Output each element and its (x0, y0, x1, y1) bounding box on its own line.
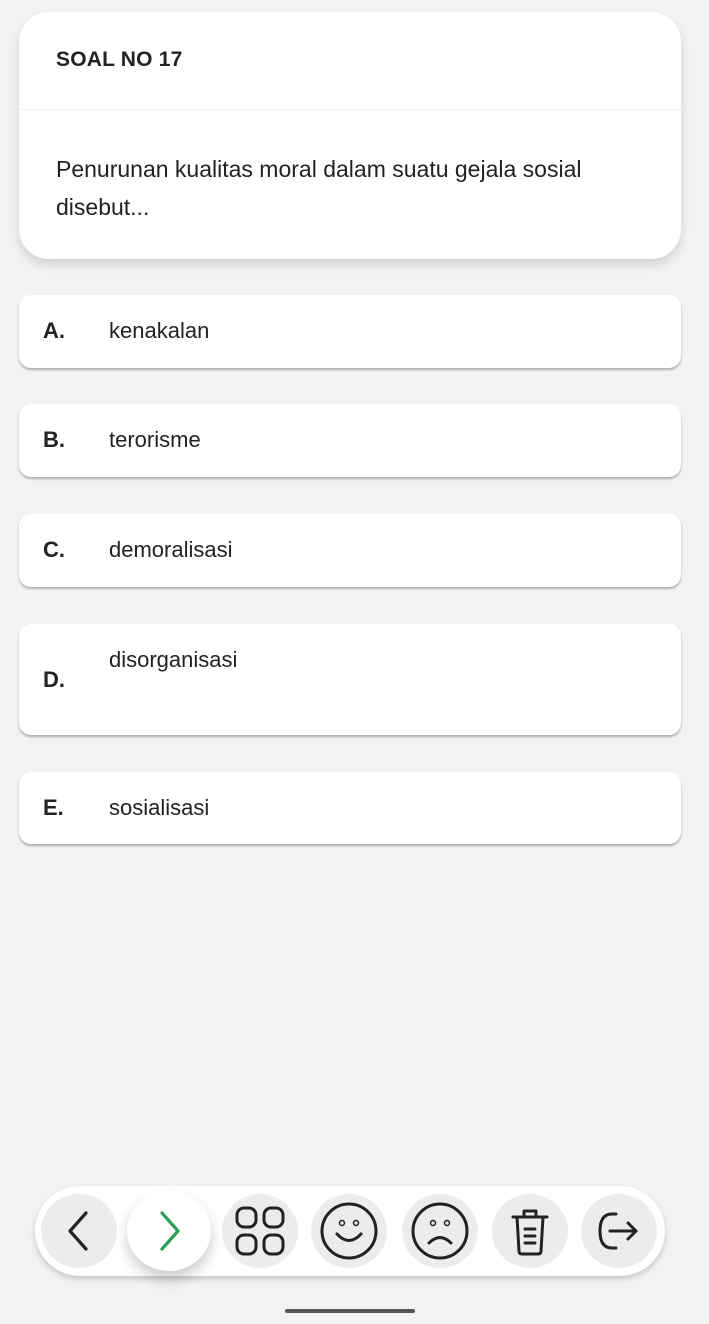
sad-face-icon (410, 1201, 470, 1261)
option-letter: C. (43, 537, 65, 562)
option-text: sosialisasi (109, 795, 210, 820)
clear-answer-button[interactable] (492, 1194, 568, 1268)
question-number: SOAL NO 17 (19, 12, 681, 110)
exit-button[interactable] (581, 1194, 657, 1268)
option-e[interactable]: E. sosialisasi (19, 772, 681, 844)
home-indicator (285, 1309, 415, 1313)
bottom-toolbar (35, 1186, 665, 1276)
question-list-button[interactable] (222, 1194, 298, 1268)
quiz-screen: SOAL NO 17 Penurunan kualitas moral dala… (0, 0, 709, 1324)
option-d[interactable]: D. disorganisasi (19, 624, 681, 735)
option-text: disorganisasi (109, 647, 238, 672)
option-a[interactable]: A. kenakalan (19, 295, 681, 368)
chevron-right-icon (154, 1209, 184, 1253)
exit-icon (594, 1208, 644, 1254)
option-text: kenakalan (109, 318, 210, 343)
sure-answer-button[interactable] (311, 1194, 387, 1268)
trash-icon (507, 1205, 553, 1257)
option-letter: B. (43, 427, 65, 452)
previous-button[interactable] (41, 1194, 117, 1268)
option-letter: D. (43, 667, 65, 692)
question-card: SOAL NO 17 Penurunan kualitas moral dala… (19, 12, 681, 259)
doubtful-answer-button[interactable] (402, 1194, 478, 1268)
option-c[interactable]: C. demoralisasi (19, 514, 681, 587)
question-text: Penurunan kualitas moral dalam suatu gej… (56, 156, 582, 220)
smile-face-icon (319, 1201, 379, 1261)
grid-icon (234, 1205, 286, 1257)
option-text: terorisme (109, 427, 201, 452)
option-letter: A. (43, 318, 65, 343)
chevron-left-icon (64, 1209, 94, 1253)
option-letter: E. (43, 795, 64, 820)
option-text: demoralisasi (109, 537, 233, 562)
next-button[interactable] (127, 1191, 211, 1271)
option-b[interactable]: B. terorisme (19, 404, 681, 477)
